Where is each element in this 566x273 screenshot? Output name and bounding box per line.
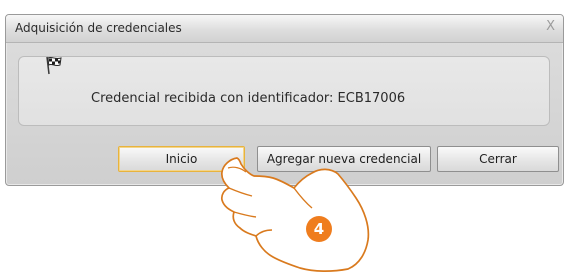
screenshot-stage: Adquisición de credenciales X Credencial… [0, 0, 566, 273]
step-badge: 4 [306, 216, 332, 242]
hand-pointer-icon [220, 157, 370, 272]
